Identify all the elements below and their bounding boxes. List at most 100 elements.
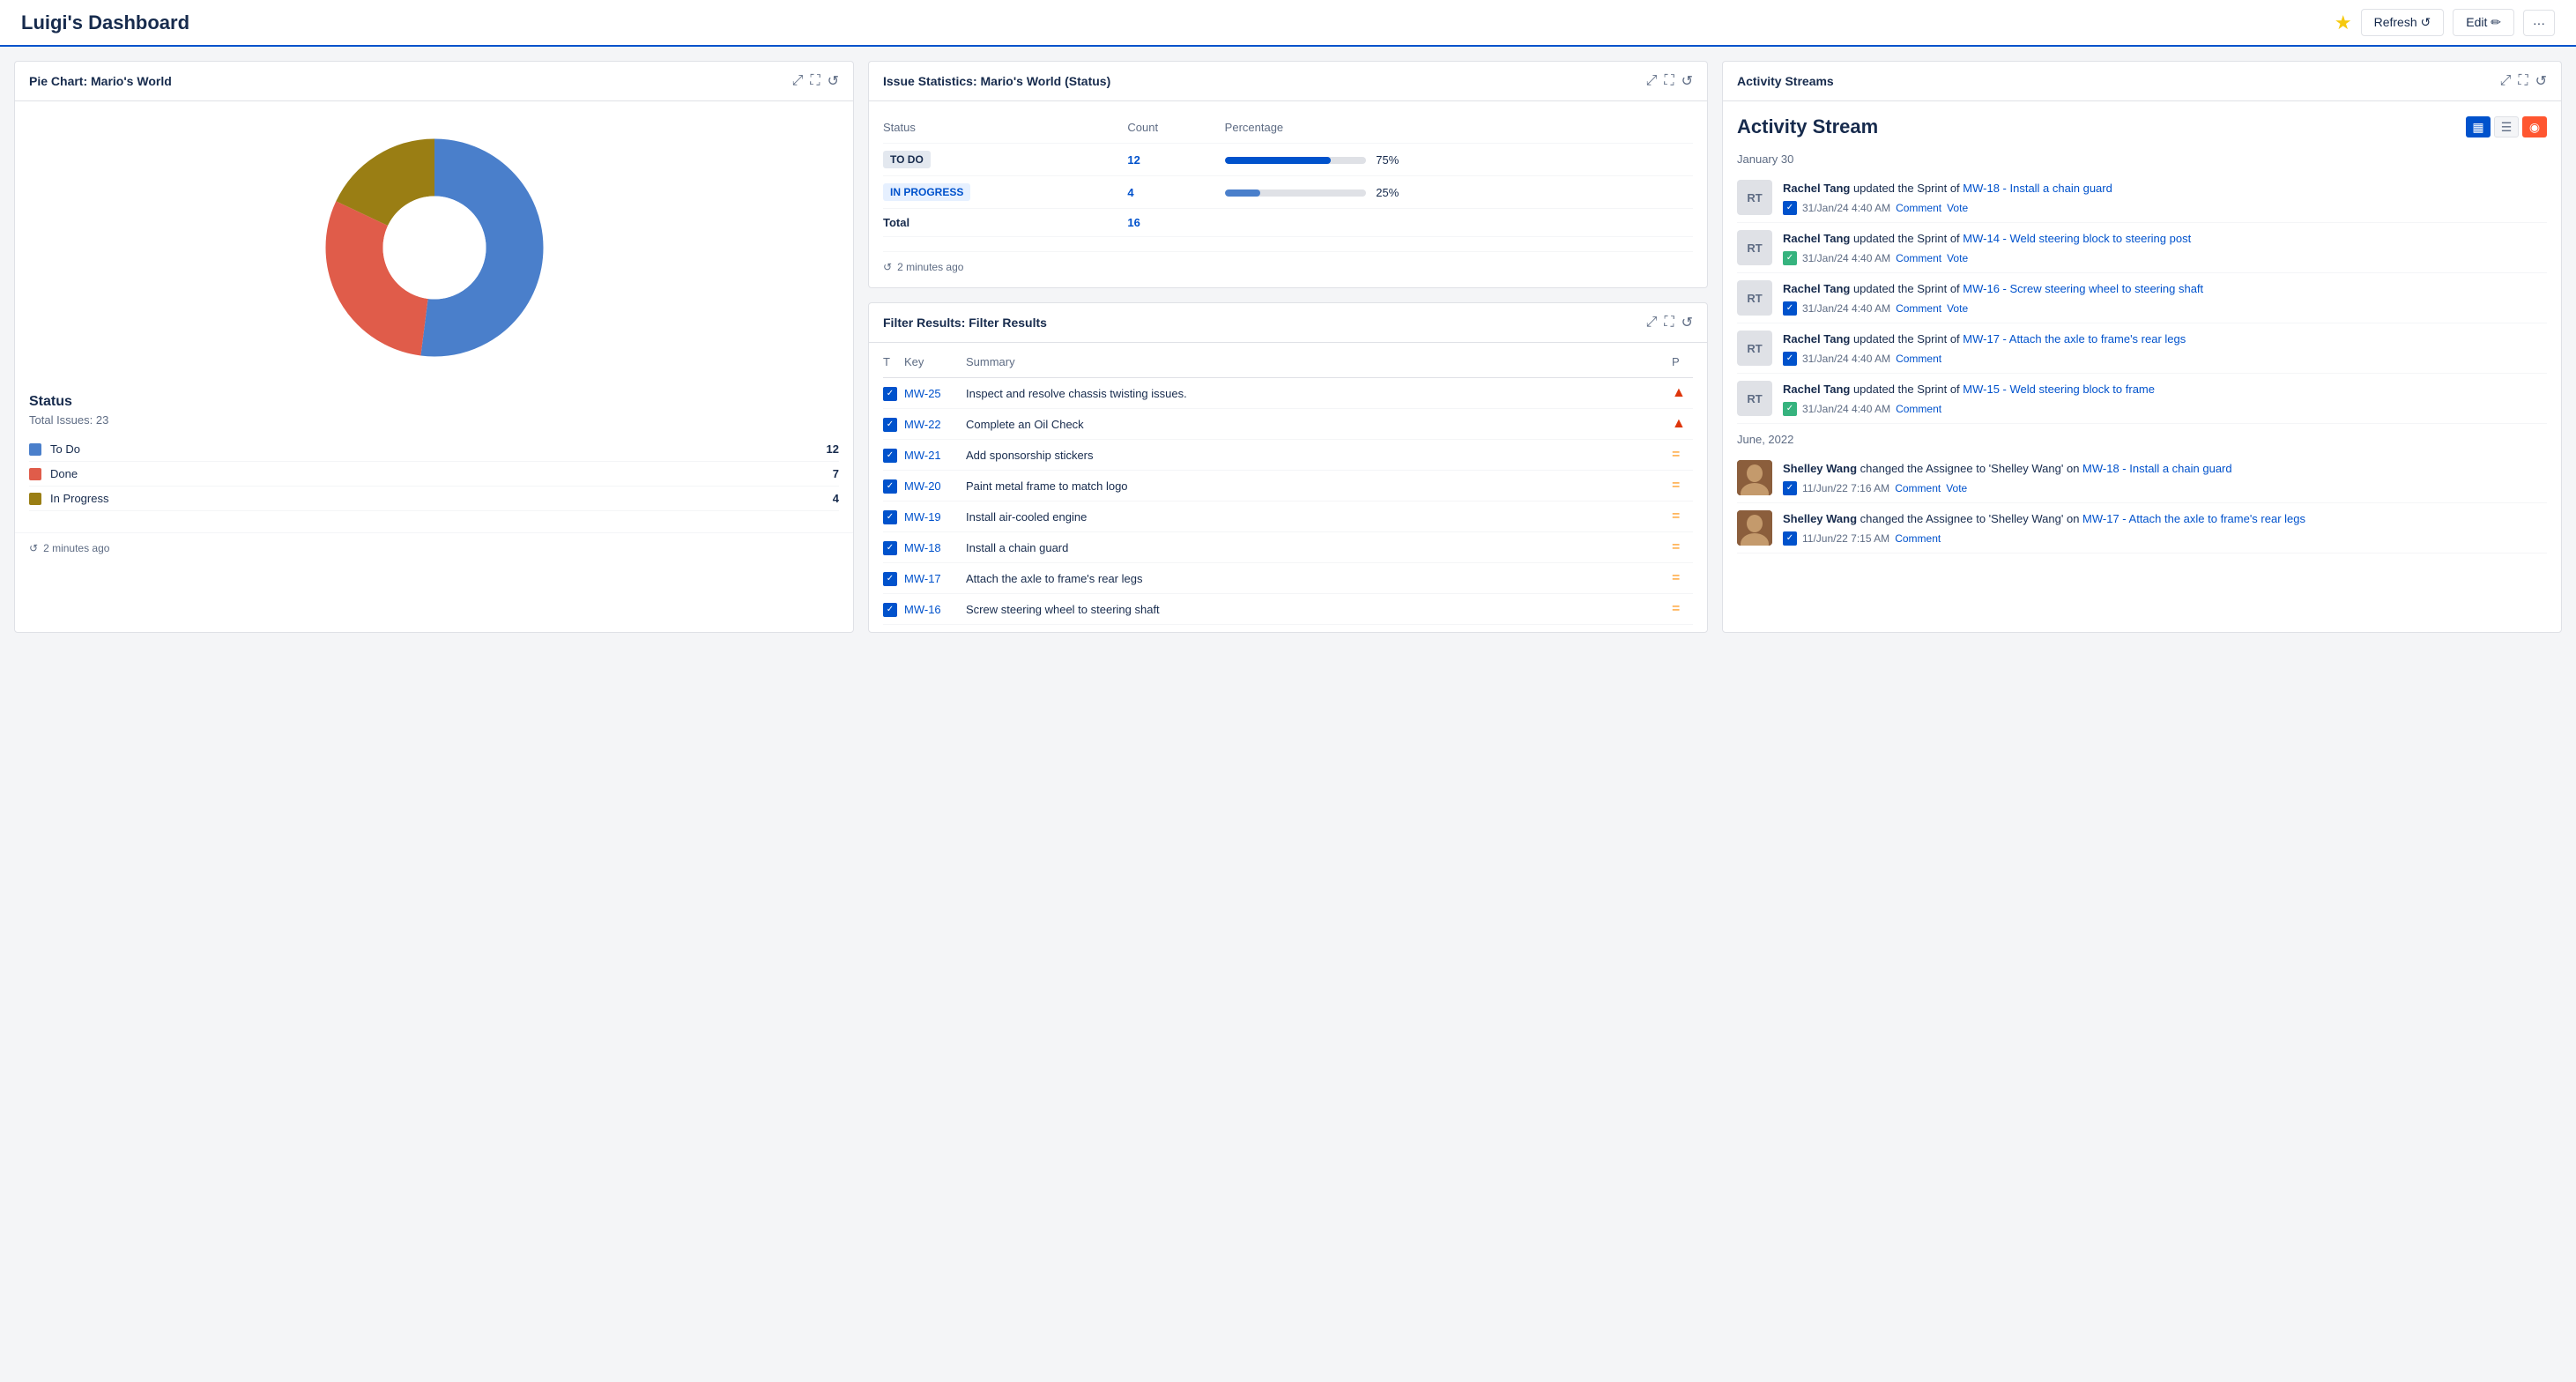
expand-icon[interactable]: ⛶ [810, 73, 820, 89]
activity-content: Shelley Wang changed the Assignee to 'Sh… [1783, 460, 2547, 495]
shrink-icon[interactable]: ⤢ [792, 73, 804, 89]
issue-key-link[interactable]: MW-20 [904, 479, 941, 493]
issue-link[interactable]: MW-14 - Weld steering block to steering … [1963, 232, 2191, 245]
activity-action-comment[interactable]: Comment [1896, 302, 1941, 315]
activity-content: Shelley Wang changed the Assignee to 'Sh… [1783, 510, 2547, 546]
edit-button[interactable]: Edit ✏ [2453, 9, 2514, 36]
activity-expand-icon[interactable]: ⛶ [2518, 73, 2528, 89]
filter-row: ✓ MW-22 Complete an Oil Check ▲ [883, 409, 1693, 440]
activity-action-vote[interactable]: Vote [1947, 252, 1968, 264]
avatar-initials: RT [1747, 342, 1762, 355]
issue-key-link[interactable]: MW-17 [904, 572, 941, 585]
priority-high-icon: ▲ [1672, 416, 1686, 431]
legend-count: 4 [833, 492, 839, 505]
user-link[interactable]: Shelley Wang [1783, 512, 1857, 525]
filter-col-summary: Summary [966, 350, 1672, 378]
pie-widget-footer: ↺ 2 minutes ago [15, 532, 853, 563]
activity-action-comment[interactable]: Comment [1895, 532, 1941, 545]
activity-action-comment[interactable]: Comment [1896, 202, 1941, 214]
activity-streams-controls: ⤢ ⛶ ↺ [2500, 72, 2547, 90]
star-icon[interactable]: ★ [2335, 11, 2352, 34]
stats-row: IN PROGRESS 4 25% [883, 176, 1693, 209]
count-link[interactable]: 12 [1127, 153, 1140, 167]
activity-streams-widget: Activity Streams ⤢ ⛶ ↺ Activity Stream ▦… [1722, 61, 2562, 633]
refresh-icon[interactable]: ↺ [828, 72, 839, 90]
filter-expand-icon[interactable]: ⛶ [1664, 315, 1674, 331]
task-type-icon: ✓ [883, 387, 897, 401]
activity-action-comment[interactable]: Comment [1896, 353, 1941, 365]
stats-expand-icon[interactable]: ⛶ [1664, 73, 1674, 89]
issue-link[interactable]: MW-17 - Attach the axle to frame's rear … [2082, 512, 2305, 525]
issue-link[interactable]: MW-17 - Attach the axle to frame's rear … [1963, 332, 2186, 346]
activity-action-vote[interactable]: Vote [1946, 482, 1967, 494]
stats-widget-body: Status Count Percentage TO DO 12 75% [869, 101, 1707, 287]
issue-key-link[interactable]: MW-21 [904, 449, 941, 462]
stats-widget: Issue Statistics: Mario's World (Status)… [868, 61, 1708, 288]
stats-refresh-icon[interactable]: ↺ [1681, 72, 1693, 90]
stream-icon-list[interactable]: ☰ [2494, 116, 2519, 137]
user-link[interactable]: Rachel Tang [1783, 332, 1850, 346]
stats-cell-count: 4 [1127, 176, 1224, 209]
issue-key-link[interactable]: MW-25 [904, 387, 941, 400]
legend-item: Done 7 [29, 462, 839, 487]
stats-widget-header: Issue Statistics: Mario's World (Status)… [869, 62, 1707, 101]
activity-action-comment[interactable]: Comment [1895, 482, 1941, 494]
activity-shrink-icon[interactable]: ⤢ [2500, 73, 2512, 89]
activity-time: 31/Jan/24 4:40 AM [1802, 353, 1890, 365]
activity-type-icon: ✓ [1783, 402, 1797, 416]
stats-footer: ↺ 2 minutes ago [883, 251, 1693, 273]
priority-high-icon: ▲ [1672, 385, 1686, 400]
total-count-link[interactable]: 16 [1127, 216, 1140, 229]
activity-item: RT Rachel Tang updated the Sprint of MW-… [1737, 223, 2547, 273]
filter-cell-key: MW-18 [904, 532, 966, 563]
activity-text: Rachel Tang updated the Sprint of MW-14 … [1783, 230, 2547, 248]
stats-cell-pct: 25% [1225, 176, 1693, 209]
pie-footer-time: 2 minutes ago [43, 542, 109, 554]
activity-action-vote[interactable]: Vote [1947, 302, 1968, 315]
total-pct-empty [1225, 209, 1693, 237]
activity-action-vote[interactable]: Vote [1947, 202, 1968, 214]
stream-icon-grid[interactable]: ▦ [2466, 116, 2491, 137]
issue-link[interactable]: MW-18 - Install a chain guard [2082, 462, 2232, 475]
more-button[interactable]: ··· [2523, 10, 2555, 36]
user-link[interactable]: Rachel Tang [1783, 232, 1850, 245]
stream-icon-rss[interactable]: ◉ [2522, 116, 2547, 137]
filter-cell-key: MW-20 [904, 471, 966, 502]
filter-shrink-icon[interactable]: ⤢ [1646, 315, 1658, 331]
count-link[interactable]: 4 [1127, 186, 1133, 199]
header-actions: ★ Refresh ↺ Edit ✏ ··· [2335, 9, 2555, 36]
activity-refresh-icon[interactable]: ↺ [2535, 72, 2547, 90]
progress-bar [1225, 189, 1366, 197]
filter-widget-header: Filter Results: Filter Results ⤢ ⛶ ↺ [869, 303, 1707, 343]
issue-key-link[interactable]: MW-19 [904, 510, 941, 524]
user-link[interactable]: Rachel Tang [1783, 383, 1850, 396]
filter-cell-type: ✓ [883, 440, 904, 471]
issue-link[interactable]: MW-18 - Install a chain guard [1963, 182, 2112, 195]
filter-row: ✓ MW-19 Install air-cooled engine = [883, 502, 1693, 532]
refresh-button[interactable]: Refresh ↺ [2361, 9, 2445, 36]
stats-shrink-icon[interactable]: ⤢ [1646, 73, 1658, 89]
issue-key-link[interactable]: MW-22 [904, 418, 941, 431]
activity-action-comment[interactable]: Comment [1896, 403, 1941, 415]
summary-text: Complete an Oil Check [966, 418, 1084, 431]
avatar: RT [1737, 280, 1772, 316]
activity-time: 11/Jun/22 7:15 AM [1802, 532, 1889, 545]
progress-bar [1225, 157, 1366, 164]
user-link[interactable]: Rachel Tang [1783, 182, 1850, 195]
filter-cell-key: MW-25 [904, 378, 966, 409]
issue-link[interactable]: MW-15 - Weld steering block to frame [1963, 383, 2155, 396]
activity-action-comment[interactable]: Comment [1896, 252, 1941, 264]
avatar [1737, 510, 1772, 546]
second-col: Issue Statistics: Mario's World (Status)… [868, 61, 1708, 633]
header: Luigi's Dashboard ★ Refresh ↺ Edit ✏ ··· [0, 0, 2576, 47]
avatar [1737, 460, 1772, 495]
issue-link[interactable]: MW-16 - Screw steering wheel to steering… [1963, 282, 2203, 295]
user-link[interactable]: Rachel Tang [1783, 282, 1850, 295]
issue-key-link[interactable]: MW-16 [904, 603, 941, 616]
filter-cell-type: ✓ [883, 409, 904, 440]
activity-time: 31/Jan/24 4:40 AM [1802, 202, 1890, 214]
issue-key-link[interactable]: MW-18 [904, 541, 941, 554]
pie-chart-widget: Pie Chart: Mario's World ⤢ ⛶ ↺ [14, 61, 854, 633]
user-link[interactable]: Shelley Wang [1783, 462, 1857, 475]
filter-refresh-icon[interactable]: ↺ [1681, 314, 1693, 331]
